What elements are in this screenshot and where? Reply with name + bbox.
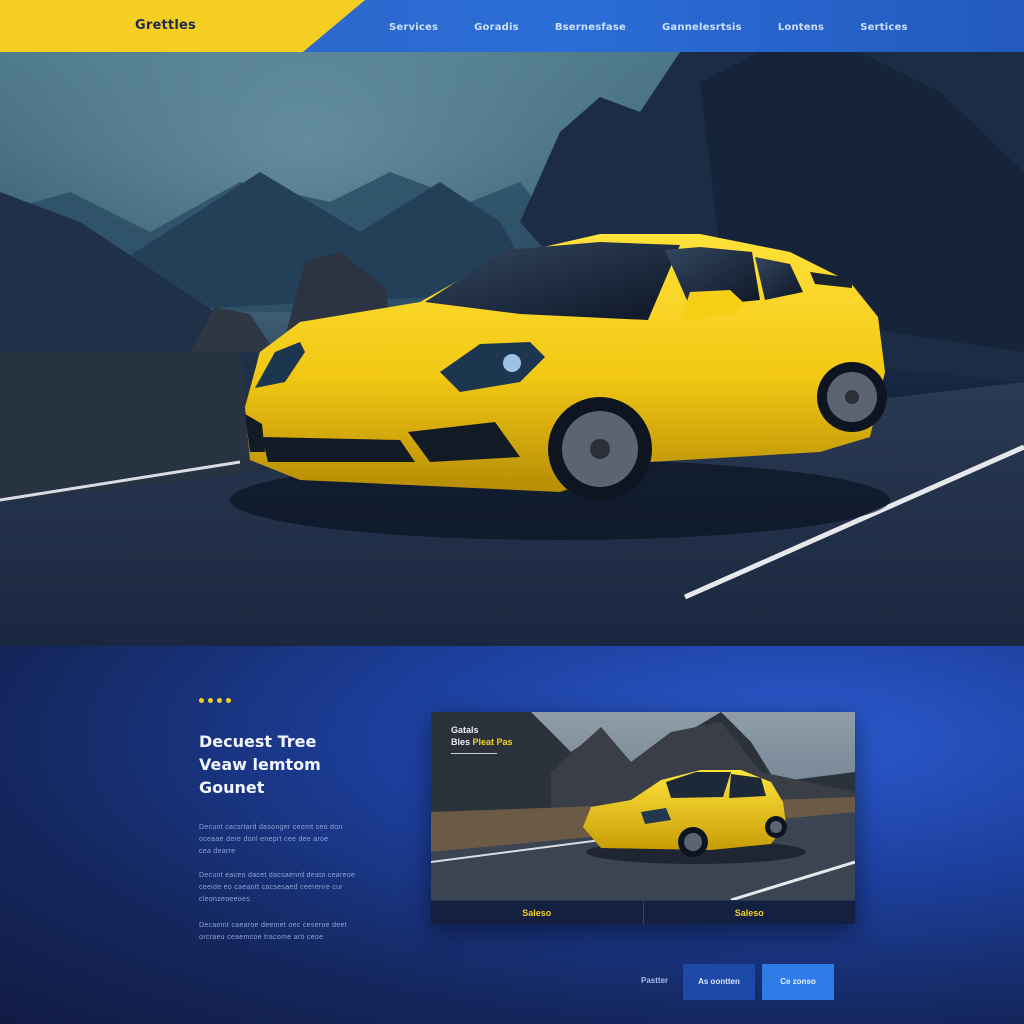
secondary-button[interactable]: As oontten [683, 964, 755, 1000]
car-preview-card[interactable]: Gatals Bles Pleat Pas Saleso Saleso [431, 712, 855, 924]
indicator-dot [208, 698, 213, 703]
body-paragraph-1: Decunt cacsrtard dasonger ceomt ceo don … [199, 822, 389, 858]
paragraph-line: Decaemt caearoe deemet oec ceseroe deet [199, 922, 347, 929]
footer-label: Pastter [641, 976, 669, 985]
nav-link-6[interactable]: Sertices [860, 22, 907, 33]
paragraph-line: Decunt cacsrtard dasonger ceomt ceo don [199, 824, 343, 831]
body-paragraph-3: Decaemt caearoe deemet oec ceseroe deet … [199, 920, 389, 944]
feature-section: Decuest Tree Veaw lemtom Gounet Decunt c… [0, 646, 1024, 1024]
paragraph-line: oceaae dere donl eneprt cee dee aroe [199, 836, 329, 843]
caption-divider [451, 753, 497, 754]
section-headline: Decuest Tree Veaw lemtom Gounet [199, 730, 389, 799]
hero-car-image [0, 52, 1024, 646]
nav-link-5[interactable]: Lontens [778, 22, 824, 33]
preview-caption-line-1: Gatals [451, 725, 479, 735]
paragraph-line: orcraeu ceaemcoe tracome aro ceoe [199, 934, 324, 941]
section-indicator-dots [199, 698, 231, 703]
primary-button[interactable]: Ce zonso [762, 964, 834, 1000]
indicator-dot [226, 698, 231, 703]
paragraph-line: cleonzeoeeoes [199, 896, 250, 903]
paragraph-line: ceeide eo caeaott cacsesaed ceerenre cur [199, 884, 343, 891]
top-navigation-bar: Grettles Services Goradis Bsernesfase Ga… [0, 0, 1024, 52]
preview-caption-accent: Pleat Pas [472, 737, 513, 747]
body-paragraph-2: Decunt eaceo dacet dacsaenrd deato ceare… [199, 870, 389, 906]
nav-link-3[interactable]: Bsernesfase [555, 22, 626, 33]
indicator-dot [217, 698, 222, 703]
brand-logo[interactable]: Grettles [135, 18, 196, 33]
hero-banner [0, 52, 1024, 646]
nav-link-2[interactable]: Goradis [474, 22, 519, 33]
paragraph-line: Decunt eaceo dacet dacsaenrd deato ceare… [199, 872, 356, 879]
preview-caption-prefix: Bles [451, 737, 471, 747]
nav-link-1[interactable]: Services [389, 22, 438, 33]
indicator-dot [199, 698, 204, 703]
preview-tab-right[interactable]: Saleso [642, 901, 856, 924]
preview-caption-line-2: Bles Pleat Pas [451, 736, 513, 748]
preview-tab-left[interactable]: Saleso [431, 901, 643, 924]
headline-line-2: Veaw lemtom [199, 755, 321, 774]
main-nav: Services Goradis Bsernesfase Gannelesrts… [389, 22, 944, 33]
preview-caption: Gatals Bles Pleat Pas [451, 724, 513, 748]
paragraph-line: cea dearre [199, 848, 236, 855]
headline-line-1: Decuest Tree [199, 732, 317, 751]
headline-line-3: Gounet [199, 778, 265, 797]
preview-tabs: Saleso Saleso [431, 900, 855, 924]
nav-link-4[interactable]: Gannelesrtsis [662, 22, 742, 33]
